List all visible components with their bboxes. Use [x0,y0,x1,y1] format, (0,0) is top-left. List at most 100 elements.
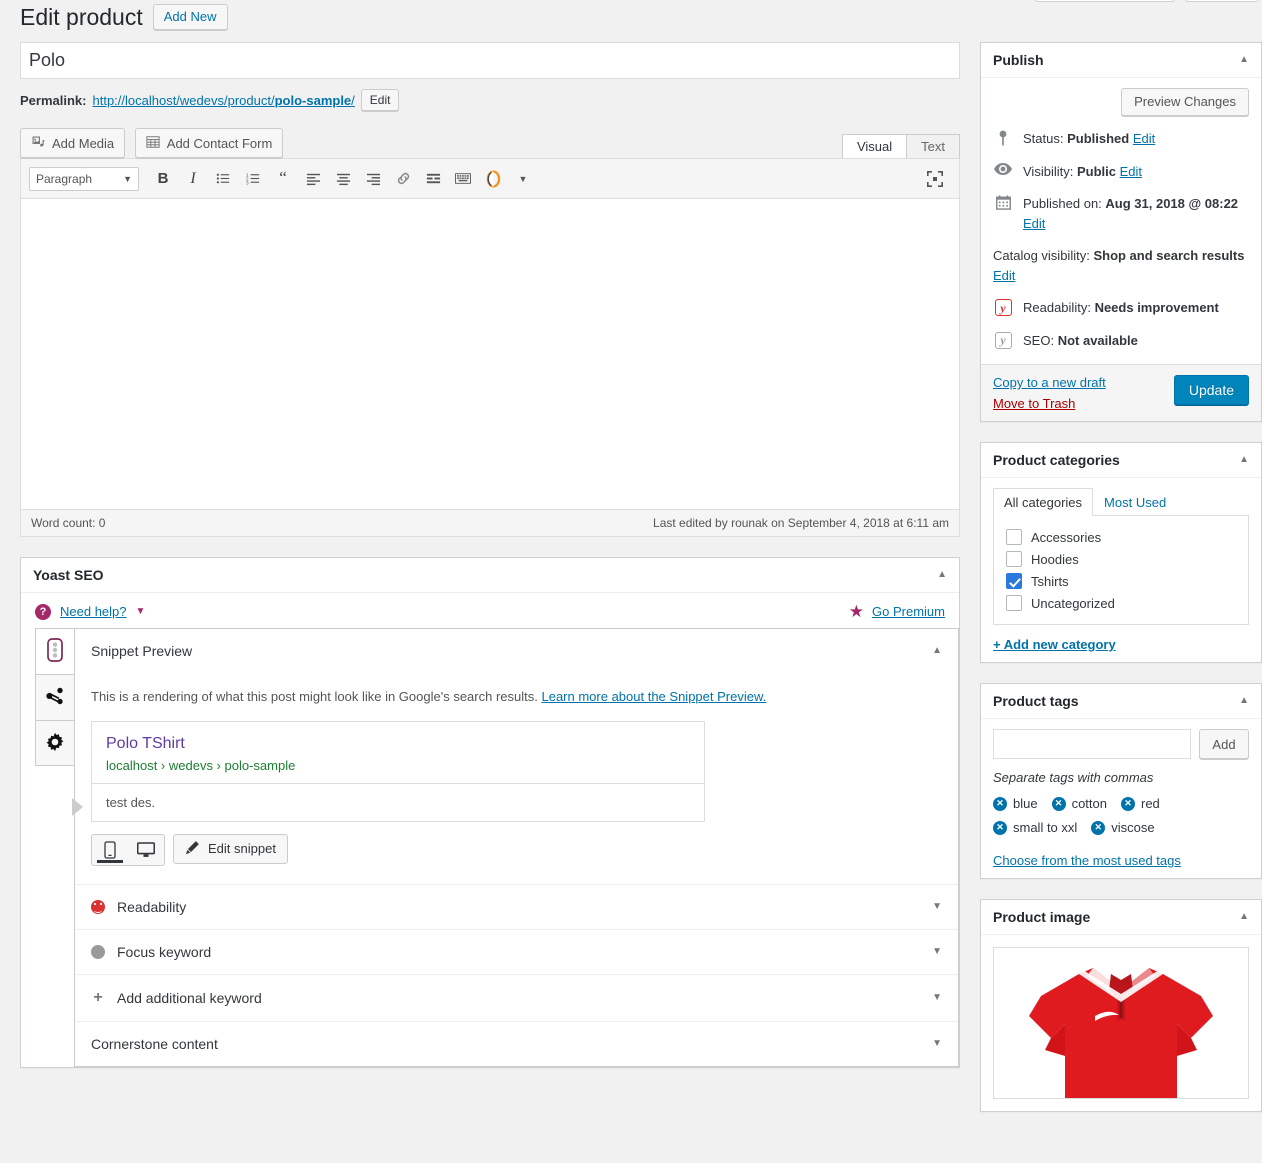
publish-panel-header[interactable]: Publish ▲ [981,43,1261,78]
copy-to-new-draft-link[interactable]: Copy to a new draft [993,375,1106,390]
omega-plugin-icon[interactable] [479,165,507,193]
edit-permalink-button[interactable]: Edit [360,89,400,111]
chevron-down-icon[interactable]: ▼ [136,606,146,617]
add-media-button[interactable]: Add Media [20,128,126,158]
update-button[interactable]: Update [1173,375,1249,405]
yoast-panel-title: Yoast SEO [33,567,104,583]
italic-icon[interactable]: I [179,165,207,193]
choose-most-used-tags-link[interactable]: Choose from the most used tags [993,853,1249,868]
serp-top: Polo TShirt localhost › wedevs › polo-sa… [92,722,704,783]
yoast-tab-social[interactable] [35,674,75,720]
align-center-icon[interactable] [329,165,357,193]
traffic-light-icon [47,638,63,665]
chevron-down-icon[interactable]: ▼ [932,946,942,957]
accordion-cornerstone[interactable]: Cornerstone content ▼ [75,1020,958,1066]
format-select[interactable]: Paragraph ▼ [29,166,139,191]
catalog-edit-link[interactable]: Edit [993,268,1015,283]
add-contact-form-button[interactable]: Add Contact Form [134,128,284,158]
mobile-preview-icon[interactable] [92,835,128,865]
status-edit-link[interactable]: Edit [1133,131,1155,146]
remove-tag-icon[interactable]: ✕ [993,796,1007,811]
serp-preview-box[interactable]: Polo TShirt localhost › wedevs › polo-sa… [72,720,705,822]
category-item-accessories[interactable]: Accessories [1006,526,1236,548]
serp-title[interactable]: Polo TShirt [106,734,690,753]
learn-more-link[interactable]: Learn more about the Snippet Preview. [541,689,766,704]
chevron-up-icon[interactable]: ▲ [932,646,942,656]
remove-tag-icon[interactable]: ✕ [1091,820,1106,835]
tab-text[interactable]: Text [906,134,960,158]
need-help-link[interactable]: Need help? [60,604,127,619]
remove-tag-icon[interactable]: ✕ [1121,796,1135,811]
yoast-main-area: Snippet Preview ▲ This is a rendering of… [21,628,959,1067]
need-help-group[interactable]: ? Need help? ▼ [35,603,146,620]
yoast-tab-settings[interactable] [35,720,75,766]
chevron-up-icon[interactable]: ▲ [1239,696,1249,706]
tab-most-used[interactable]: Most Used [1093,488,1177,516]
preview-changes-button[interactable]: Preview Changes [1121,88,1249,116]
editor-content-area[interactable] [21,199,959,509]
checkbox-uncategorized[interactable] [1006,595,1022,611]
go-premium-group[interactable]: ★ Go Premium [849,603,945,620]
preview-row: Preview Changes [993,88,1249,116]
seo-value: Not available [1057,332,1138,348]
permalink-suffix: / [351,92,355,108]
product-title-input[interactable] [20,42,960,79]
checkbox-accessories[interactable] [1006,529,1022,545]
move-to-trash-link[interactable]: Move to Trash [993,396,1106,411]
category-item-hoodies[interactable]: Hoodies [1006,548,1236,570]
category-item-uncategorized[interactable]: Uncategorized [1006,592,1236,614]
product-image-frame[interactable] [993,947,1249,1099]
screen-options-tab-stub[interactable] [1035,0,1175,2]
share-icon [45,686,65,709]
add-new-button[interactable]: Add New [152,4,228,30]
accordion-add-keyword[interactable]: + Add additional keyword ▼ [75,973,958,1021]
yoast-panel-header[interactable]: Yoast SEO ▲ [21,558,959,593]
categories-panel-header[interactable]: Product categories ▲ [981,443,1261,478]
tab-all-categories[interactable]: All categories [993,488,1094,516]
chevron-down-icon[interactable]: ▼ [932,901,942,912]
bold-icon[interactable]: B [149,165,177,193]
help-tab-stub[interactable] [1185,0,1259,2]
permalink-link[interactable]: http://localhost/wedevs/product/polo-sam… [92,93,354,108]
desktop-preview-icon[interactable] [128,835,164,865]
read-more-icon[interactable] [419,165,447,193]
toolbar-toggle-icon[interactable]: ▼ [509,165,537,193]
serp-meta-description[interactable]: test des. [92,784,704,821]
tag-label-cotton: cotton [1071,796,1107,811]
visibility-edit-link[interactable]: Edit [1120,164,1142,179]
numbered-list-icon[interactable]: 1 2 3 [239,165,267,193]
product-image-panel-header[interactable]: Product image ▲ [981,900,1261,935]
snippet-preview-header[interactable]: Snippet Preview ▲ [75,629,958,673]
tab-visual[interactable]: Visual [841,134,908,158]
category-item-tshirts[interactable]: Tshirts [1006,570,1236,592]
checkbox-tshirts[interactable] [1006,573,1022,589]
add-new-category-link[interactable]: + Add new category [993,637,1249,652]
remove-tag-icon[interactable]: ✕ [993,820,1007,835]
insert-link-icon[interactable] [389,165,417,193]
chevron-up-icon[interactable]: ▲ [1239,55,1249,65]
chevron-up-icon[interactable]: ▲ [1239,455,1249,465]
accordion-focus-keyword[interactable]: Focus keyword ▼ [75,928,958,974]
keyboard-shortcuts-icon[interactable] [449,165,477,193]
edit-snippet-button[interactable]: Edit snippet [173,833,288,864]
align-right-icon[interactable] [359,165,387,193]
distraction-free-icon[interactable] [921,165,949,193]
tag-input[interactable] [993,729,1191,759]
accordion-readability[interactable]: Readability ▼ [75,883,958,929]
yoast-tab-seo[interactable] [35,628,75,674]
remove-tag-icon[interactable]: ✕ [1051,796,1066,811]
bulleted-list-icon[interactable] [209,165,237,193]
checkbox-hoodies[interactable] [1006,551,1022,567]
chevron-up-icon[interactable]: ▲ [1239,912,1249,922]
published-edit-link[interactable]: Edit [1023,216,1045,231]
chevron-down-icon[interactable]: ▼ [932,992,942,1003]
blockquote-icon[interactable]: “ [269,165,297,193]
published-value: Aug 31, 2018 @ 08:22 [1105,196,1239,211]
tags-panel-header[interactable]: Product tags ▲ [981,684,1261,719]
go-premium-link[interactable]: Go Premium [872,604,945,619]
chevron-up-icon[interactable]: ▲ [937,570,947,580]
categories-tabs: All categories Most Used [993,488,1249,516]
add-tag-button[interactable]: Add [1199,729,1249,759]
align-left-icon[interactable] [299,165,327,193]
chevron-down-icon[interactable]: ▼ [932,1038,942,1049]
